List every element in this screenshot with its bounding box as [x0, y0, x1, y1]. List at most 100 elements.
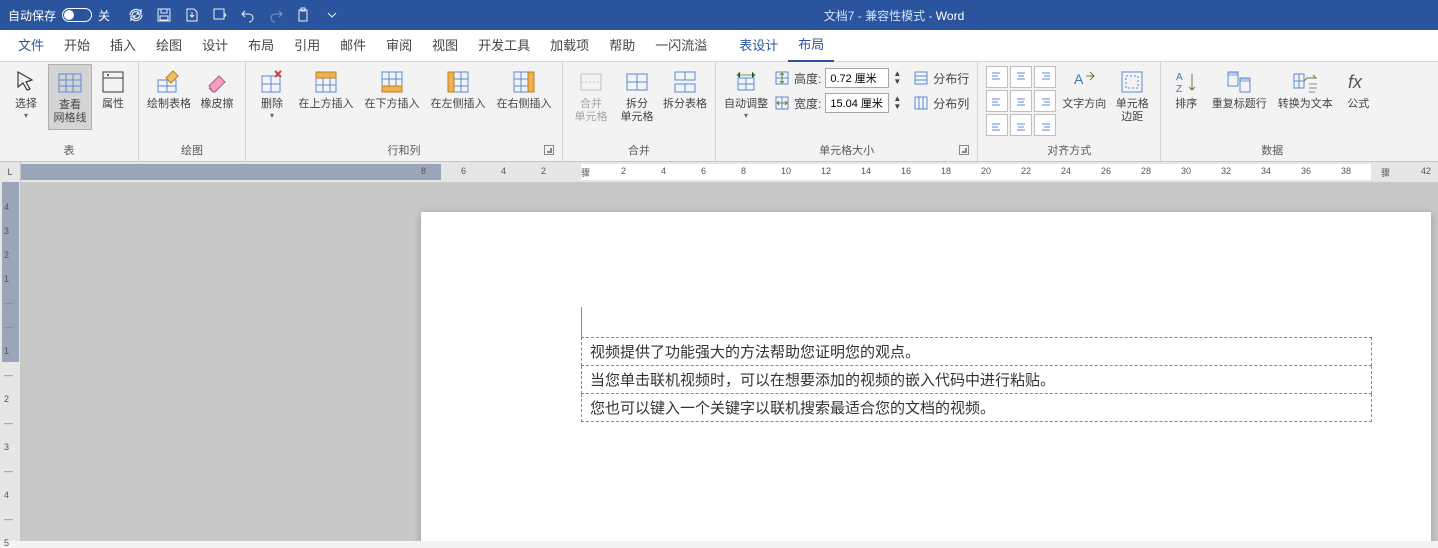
width-input[interactable] [825, 93, 889, 113]
delete-button[interactable]: 删除▾ [252, 64, 292, 124]
tab-custom[interactable]: 一闪流溢 [645, 30, 717, 62]
row-height-icon [774, 70, 790, 86]
sync-icon[interactable] [128, 7, 144, 23]
table-row[interactable]: 当您单击联机视频时，可以在想要添加的视频的嵌入代码中进行粘贴。 [582, 366, 1372, 394]
tab-design[interactable]: 设计 [192, 30, 238, 62]
ribbon: 选择▾ 查看 网格线 属性 表 绘制表格 橡皮擦 绘图 [0, 62, 1438, 162]
document-table[interactable]: 视频提供了功能强大的方法帮助您证明您的观点。 当您单击联机视频时，可以在想要添加… [581, 337, 1372, 422]
export-icon[interactable] [184, 7, 200, 23]
align-mc-button[interactable] [1010, 90, 1032, 112]
align-tr-icon [1038, 70, 1052, 84]
distribute-rows-button[interactable]: 分布行 [913, 66, 969, 90]
insert-left-button[interactable]: 在左侧插入 [426, 64, 490, 115]
formula-button[interactable]: fx 公式 [1339, 64, 1377, 115]
draw-table-button[interactable]: 绘制表格 [145, 64, 193, 115]
align-ml-button[interactable] [986, 90, 1008, 112]
paste-icon[interactable] [296, 7, 312, 23]
repeat-header-button[interactable]: 重复标题行 [1207, 64, 1271, 115]
align-mr-icon [1038, 94, 1052, 108]
tab-view[interactable]: 视图 [422, 30, 468, 62]
tab-mailings[interactable]: 邮件 [330, 30, 376, 62]
autosave-control[interactable]: 自动保存 关 [0, 7, 118, 24]
tab-insert[interactable]: 插入 [100, 30, 146, 62]
autosave-toggle-icon[interactable] [62, 8, 92, 22]
redo-icon[interactable] [268, 7, 284, 23]
align-tc-button[interactable] [1010, 66, 1032, 88]
horizontal-ruler[interactable]: L 8642骤246810121416182022242628303234363… [0, 162, 1438, 182]
view-gridlines-button[interactable]: 查看 网格线 [48, 64, 92, 130]
align-br-icon [1038, 118, 1052, 132]
chevron-down-icon: ▾ [24, 111, 28, 120]
align-tr-button[interactable] [1034, 66, 1056, 88]
spinner-icon[interactable]: ▲▼ [893, 95, 901, 111]
tab-review[interactable]: 审阅 [376, 30, 422, 62]
split-cells-button[interactable]: 拆分 单元格 [615, 64, 659, 128]
split-table-button[interactable]: 拆分表格 [661, 64, 709, 115]
tab-references[interactable]: 引用 [284, 30, 330, 62]
cursor-icon [12, 68, 40, 96]
insert-row-below-icon [378, 68, 406, 96]
tab-developer[interactable]: 开发工具 [468, 30, 540, 62]
insert-right-button[interactable]: 在右侧插入 [492, 64, 556, 115]
group-draw: 绘制表格 橡皮擦 绘图 [139, 62, 246, 161]
quick-access-toolbar [118, 7, 350, 23]
more-icon[interactable] [324, 7, 340, 23]
tab-table-layout[interactable]: 布局 [788, 30, 834, 62]
dialog-launcher-icon[interactable] [959, 145, 969, 155]
insert-below-button[interactable]: 在下方插入 [360, 64, 424, 115]
group-label-cellsize: 单元格大小 [722, 143, 971, 161]
properties-icon [99, 68, 127, 96]
align-tl-button[interactable] [986, 66, 1008, 88]
table-cell[interactable]: 视频提供了功能强大的方法帮助您证明您的观点。 [582, 338, 1372, 366]
insert-above-button[interactable]: 在上方插入 [294, 64, 358, 115]
eraser-button[interactable]: 橡皮擦 [195, 64, 239, 115]
convert-to-text-button[interactable]: 转换为文本 [1273, 64, 1337, 115]
grid-icon [56, 69, 84, 97]
col-width-icon [774, 95, 790, 111]
vertical-ruler[interactable]: 4321——1—2—3—4—5 [0, 182, 21, 541]
save-as-icon[interactable] [212, 7, 228, 23]
properties-button[interactable]: 属性 [94, 64, 132, 115]
chevron-down-icon: ▾ [744, 111, 748, 120]
save-icon[interactable] [156, 7, 172, 23]
tab-file[interactable]: 文件 [8, 30, 54, 62]
tab-draw[interactable]: 绘图 [146, 30, 192, 62]
table-cell[interactable]: 当您单击联机视频时，可以在想要添加的视频的嵌入代码中进行粘贴。 [582, 366, 1372, 394]
tab-help[interactable]: 帮助 [599, 30, 645, 62]
svg-text:A: A [1176, 72, 1183, 83]
align-br-button[interactable] [1034, 114, 1056, 136]
sort-button[interactable]: AZ 排序 [1167, 64, 1205, 115]
height-input[interactable] [825, 68, 889, 88]
align-bc-button[interactable] [1010, 114, 1032, 136]
ribbon-tabs: 文件 开始 插入 绘图 设计 布局 引用 邮件 审阅 视图 开发工具 加载项 帮… [0, 30, 1438, 62]
tab-table-design[interactable]: 表设计 [729, 30, 788, 62]
ruler-corner: L [0, 162, 21, 182]
chevron-down-icon: ▾ [270, 111, 274, 120]
cell-margins-icon [1118, 68, 1146, 96]
cell-margins-button[interactable]: 单元格 边距 [1110, 64, 1154, 128]
table-row[interactable]: 您也可以键入一个关键字以联机搜索最适合您的文档的视频。 [582, 394, 1372, 422]
table-row[interactable]: 视频提供了功能强大的方法帮助您证明您的观点。 [582, 338, 1372, 366]
group-data: AZ 排序 重复标题行 转换为文本 fx 公式 数据 [1161, 62, 1383, 161]
tab-layout[interactable]: 布局 [238, 30, 284, 62]
text-direction-button[interactable]: A 文字方向 [1060, 64, 1108, 115]
tab-addins[interactable]: 加载项 [540, 30, 599, 62]
undo-icon[interactable] [240, 7, 256, 23]
align-bl-button[interactable] [986, 114, 1008, 136]
autofit-button[interactable]: 自动调整▾ [722, 64, 770, 124]
merge-cells-icon [577, 68, 605, 96]
dialog-launcher-icon[interactable] [544, 145, 554, 155]
repeat-header-icon [1225, 68, 1253, 96]
align-mr-button[interactable] [1034, 90, 1056, 112]
compat-mode: - 兼容性模式 - [854, 9, 935, 23]
spinner-icon[interactable]: ▲▼ [893, 70, 901, 86]
titlebar: 自动保存 关 文档7 - 兼容性模式 - Word [0, 0, 1438, 30]
group-label-align: 对齐方式 [984, 143, 1154, 161]
select-button[interactable]: 选择▾ [6, 64, 46, 124]
table-cell[interactable]: 您也可以键入一个关键字以联机搜索最适合您的文档的视频。 [582, 394, 1372, 422]
height-label: 高度: [794, 70, 821, 87]
eraser-icon [203, 68, 231, 96]
page-area[interactable]: 视频提供了功能强大的方法帮助您证明您的观点。 当您单击联机视频时，可以在想要添加… [21, 182, 1438, 541]
tab-home[interactable]: 开始 [54, 30, 100, 62]
distribute-cols-button[interactable]: 分布列 [913, 91, 969, 115]
